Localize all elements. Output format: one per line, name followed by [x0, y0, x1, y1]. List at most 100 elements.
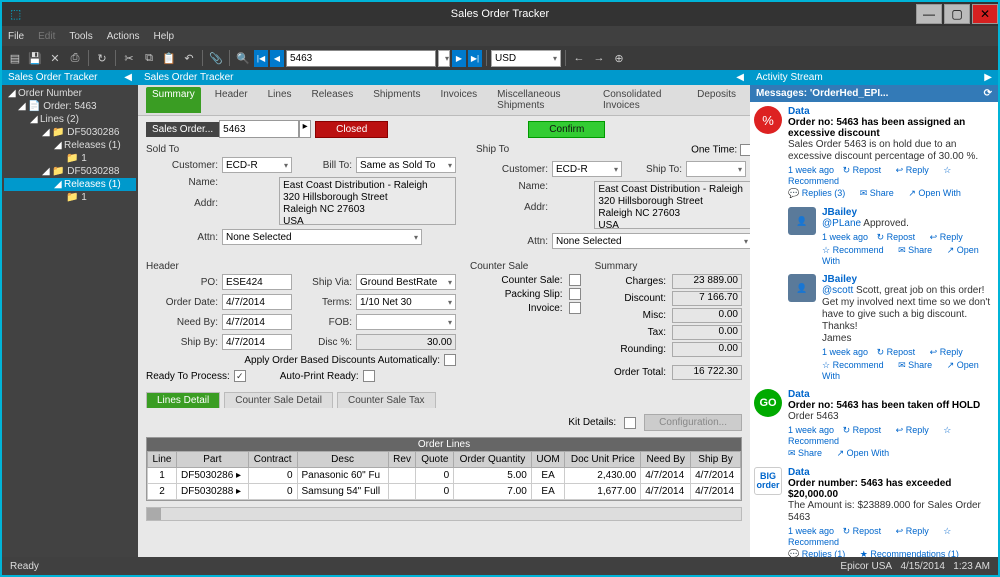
openwith-link[interactable]: ↗ Open With	[837, 448, 896, 458]
new-icon[interactable]: ▤	[6, 49, 24, 67]
reply-link[interactable]: ↩ Reply	[930, 232, 969, 242]
binoculars-icon[interactable]: 🔍	[234, 49, 252, 67]
tab-header[interactable]: Header	[209, 87, 254, 113]
col-line[interactable]: Line	[148, 452, 177, 468]
minimize-button[interactable]: —	[916, 4, 942, 24]
subtab-lines-detail[interactable]: Lines Detail	[146, 392, 220, 408]
cs-checkbox[interactable]	[569, 274, 581, 286]
customer-dropdown[interactable]: ECD-R	[222, 157, 292, 173]
recommend-link[interactable]: ☆ Recommend	[822, 360, 890, 370]
reply-link[interactable]: ↩ Reply	[896, 165, 935, 175]
share-link[interactable]: ✉ Share	[788, 448, 828, 458]
recs-link[interactable]: ★ Recommendations (1)	[860, 549, 965, 557]
undo-icon[interactable]: ↶	[180, 49, 198, 67]
shipto-attn-dropdown[interactable]: None Selected	[552, 233, 750, 249]
tree-order[interactable]: ◢📄 Order: 5463	[4, 100, 136, 113]
menu-actions[interactable]: Actions	[107, 31, 140, 42]
share-link[interactable]: ✉ Share	[860, 188, 900, 198]
reply-link[interactable]: ↩ Reply	[896, 526, 935, 536]
col-shipby[interactable]: Ship By	[691, 452, 741, 468]
po-input[interactable]	[222, 274, 292, 290]
nav-next[interactable]: ▶	[452, 50, 466, 67]
repost-link[interactable]: ↻ Repost	[843, 425, 888, 435]
ready-checkbox[interactable]	[234, 370, 246, 382]
col-needby[interactable]: Need By	[641, 452, 691, 468]
billto-dropdown[interactable]: Same as Sold To	[356, 157, 456, 173]
table-row[interactable]: 2DF5030288 ▸0Samsung 54" Full07.00EA1,67…	[148, 484, 741, 500]
nav-value-input[interactable]	[286, 50, 436, 67]
menu-file[interactable]: File	[8, 31, 24, 42]
attach-icon[interactable]: 📎	[207, 49, 225, 67]
center-collapse-icon[interactable]: ◀	[736, 72, 744, 83]
shipby-input[interactable]	[222, 334, 292, 350]
tree-line-2-rel-1[interactable]: 📁 1	[4, 191, 136, 204]
maximize-button[interactable]: ▢	[944, 4, 970, 24]
col-uom[interactable]: UOM	[531, 452, 565, 468]
print-icon[interactable]: ⎙	[66, 49, 84, 67]
reply-link[interactable]: ↩ Reply	[930, 347, 969, 357]
terms-dropdown[interactable]: 1/10 Net 30	[356, 294, 456, 310]
save-icon[interactable]: 💾	[26, 49, 44, 67]
nav-first[interactable]: |◀	[254, 50, 268, 67]
tab-deposits[interactable]: Deposits	[691, 87, 742, 113]
tree-line-2[interactable]: ◢📁 DF5030288	[4, 165, 136, 178]
share-link[interactable]: ✉ Share	[898, 245, 938, 255]
nav-collapse-icon[interactable]: ⊕	[610, 49, 628, 67]
tree-collapse-icon[interactable]: ◀	[124, 72, 132, 83]
repost-link[interactable]: ↻ Repost	[877, 347, 922, 357]
shipvia-dropdown[interactable]: Ground BestRate	[356, 274, 456, 290]
tree-lines[interactable]: ◢Lines (2)	[4, 113, 136, 126]
tab-shipments[interactable]: Shipments	[367, 87, 426, 113]
share-link[interactable]: ✉ Share	[898, 360, 938, 370]
table-row[interactable]: 1DF5030286 ▸0Panasonic 60" Fu05.00EA2,43…	[148, 468, 741, 484]
kit-checkbox[interactable]	[624, 417, 636, 429]
activity-collapse-icon[interactable]: ▶	[984, 72, 992, 83]
fob-dropdown[interactable]	[356, 314, 456, 330]
refresh-activity-icon[interactable]: ⟳	[984, 88, 992, 99]
nav-back-icon[interactable]: ←	[570, 49, 588, 67]
subtab-cs-detail[interactable]: Counter Sale Detail	[224, 392, 333, 408]
delete-icon[interactable]: ✕	[46, 49, 64, 67]
nav-fwd-icon[interactable]: →	[590, 49, 608, 67]
col-rev[interactable]: Rev	[388, 452, 416, 468]
openwith-link[interactable]: ↗ Open With	[908, 188, 967, 198]
tree-root[interactable]: ◢Order Number	[4, 87, 136, 100]
needby-input[interactable]	[222, 314, 292, 330]
tree-line-1-releases[interactable]: ◢Releases (1)	[4, 139, 136, 152]
tree-line-1[interactable]: ◢📁 DF5030286	[4, 126, 136, 139]
r1-mention[interactable]: @PLane	[822, 218, 861, 229]
col-quote[interactable]: Quote	[416, 452, 454, 468]
tree-line-2-releases[interactable]: ◢Releases (1)	[4, 178, 136, 191]
horizontal-scrollbar[interactable]	[146, 507, 742, 521]
reply-link[interactable]: ↩ Reply	[896, 425, 935, 435]
nav-last[interactable]: ▶|	[468, 50, 482, 67]
recommend-link[interactable]: ☆ Recommend	[822, 245, 890, 255]
shipto-dropdown[interactable]	[686, 161, 746, 177]
cut-icon[interactable]: ✂	[120, 49, 138, 67]
ship-customer-dropdown[interactable]: ECD-R	[552, 161, 622, 177]
currency-dropdown[interactable]: USD	[491, 50, 561, 67]
inv-checkbox[interactable]	[569, 302, 581, 314]
refresh-icon[interactable]: ↻	[93, 49, 111, 67]
r2-mention[interactable]: @scott	[822, 285, 853, 296]
nav-prev[interactable]: ◀	[270, 50, 284, 67]
orderdate-input[interactable]	[222, 294, 292, 310]
applydisc-checkbox[interactable]	[444, 354, 456, 366]
tab-summary[interactable]: Summary	[146, 87, 201, 113]
confirm-button[interactable]: Confirm	[528, 121, 605, 138]
repost-link[interactable]: ↻ Repost	[843, 165, 888, 175]
close-button[interactable]: ✕	[972, 4, 998, 24]
col-price[interactable]: Doc Unit Price	[565, 452, 641, 468]
tab-misc[interactable]: Miscellaneous Shipments	[491, 87, 589, 113]
nav-dropdown[interactable]	[438, 50, 450, 67]
sales-order-arrow-icon[interactable]: ▸	[299, 120, 311, 138]
tab-releases[interactable]: Releases	[306, 87, 360, 113]
onetime-checkbox[interactable]	[740, 144, 750, 156]
repost-link[interactable]: ↻ Repost	[877, 232, 922, 242]
col-contract[interactable]: Contract	[248, 452, 297, 468]
tab-consolidated[interactable]: Consolidated Invoices	[597, 87, 683, 113]
menu-help[interactable]: Help	[154, 31, 175, 42]
col-desc[interactable]: Desc	[297, 452, 388, 468]
autoprint-checkbox[interactable]	[363, 370, 375, 382]
copy-icon[interactable]: ⧉	[140, 49, 158, 67]
